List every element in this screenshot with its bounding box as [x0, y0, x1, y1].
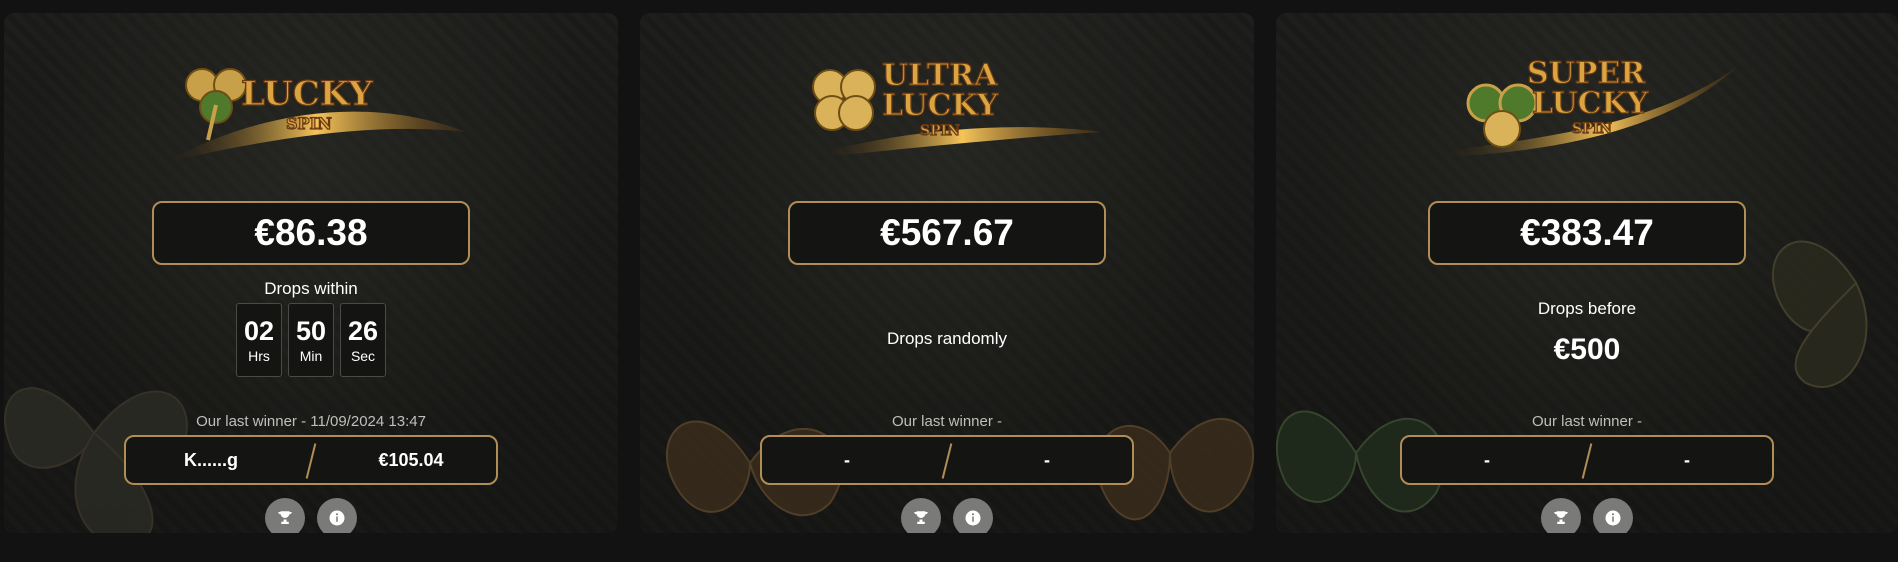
logo-line1: LUCKY [241, 74, 373, 114]
countdown-seconds-value: 26 [347, 316, 379, 346]
jackpot-amount: €86.38 [152, 201, 470, 265]
last-winner-label: Our last winner - [891, 413, 1003, 430]
card-actions [901, 498, 993, 533]
card-actions [265, 498, 357, 533]
winner-name: K......g [184, 450, 238, 470]
info-button[interactable] [317, 498, 357, 533]
winner-amount: - [1684, 450, 1690, 470]
logo-line3: SPIN [920, 123, 960, 139]
last-winner-box: K......g €105.04 [124, 435, 498, 485]
divider-slash [941, 443, 953, 479]
card-actions [1541, 498, 1633, 533]
drops-before-label: Drops before [1537, 299, 1637, 318]
super-lucky-spin-card: SUPER LUCKY SPIN €383.47 Drops before €5… [1276, 13, 1898, 533]
countdown-seconds-unit: Sec [350, 348, 376, 364]
lucky-spin-card: LUCKY SPIN €86.38 Drops within 02 Hrs 50… [4, 13, 618, 533]
countdown-minutes-value: 50 [295, 316, 327, 346]
last-winner-box: - - [760, 435, 1134, 485]
winner-name: - [1484, 450, 1490, 470]
jackpot-row: LUCKY SPIN €86.38 Drops within 02 Hrs 50… [0, 0, 1898, 562]
winner-name: - [844, 450, 850, 470]
trophy-button[interactable] [901, 498, 941, 533]
trophy-button[interactable] [265, 498, 305, 533]
countdown-timer: 02 Hrs 50 Min 26 Sec [236, 303, 386, 377]
countdown-hours: 02 Hrs [236, 303, 282, 377]
drops-randomly-label: Drops randomly [887, 329, 1007, 348]
drops-within-label: Drops within [264, 279, 358, 298]
ultra-lucky-spin-card: ULTRA LUCKY SPIN €567.67 Drops randomly … [640, 13, 1254, 533]
trophy-icon [1554, 511, 1568, 524]
countdown-minutes: 50 Min [288, 303, 334, 377]
last-winner-label: Our last winner - [1531, 413, 1643, 430]
countdown-minutes-unit: Min [299, 348, 323, 364]
trophy-icon [278, 511, 292, 524]
info-button[interactable] [953, 498, 993, 533]
logo-line2: SPIN [286, 114, 332, 133]
super-lucky-spin-logo: SUPER LUCKY SPIN [1422, 37, 1752, 187]
logo-line2: LUCKY [1532, 86, 1649, 121]
logo-line3: SPIN [1572, 121, 1612, 137]
info-icon [1605, 510, 1621, 526]
jackpot-amount: €567.67 [788, 201, 1106, 265]
info-button[interactable] [1593, 498, 1633, 533]
winner-amount: - [1044, 450, 1050, 470]
trophy-icon [914, 511, 928, 524]
logo-line2: LUCKY [882, 88, 999, 123]
winner-amount: €105.04 [378, 450, 444, 470]
last-winner-box: - - [1400, 435, 1774, 485]
last-winner-label: Our last winner - 11/09/2024 13:47 [196, 413, 426, 430]
clover-decoration [1772, 240, 1868, 388]
ultra-lucky-spin-logo: ULTRA LUCKY SPIN [782, 37, 1112, 187]
countdown-hours-value: 02 [243, 316, 275, 346]
drops-before-value: €500 [1553, 333, 1621, 366]
trophy-button[interactable] [1541, 498, 1581, 533]
info-icon [965, 510, 981, 526]
jackpot-amount: €383.47 [1428, 201, 1746, 265]
divider-slash [1581, 443, 1593, 479]
countdown-hours-unit: Hrs [248, 348, 270, 364]
info-icon [329, 510, 345, 526]
countdown-seconds: 26 Sec [340, 303, 386, 377]
divider-slash [305, 443, 317, 479]
lucky-spin-logo: LUCKY SPIN [146, 37, 476, 187]
